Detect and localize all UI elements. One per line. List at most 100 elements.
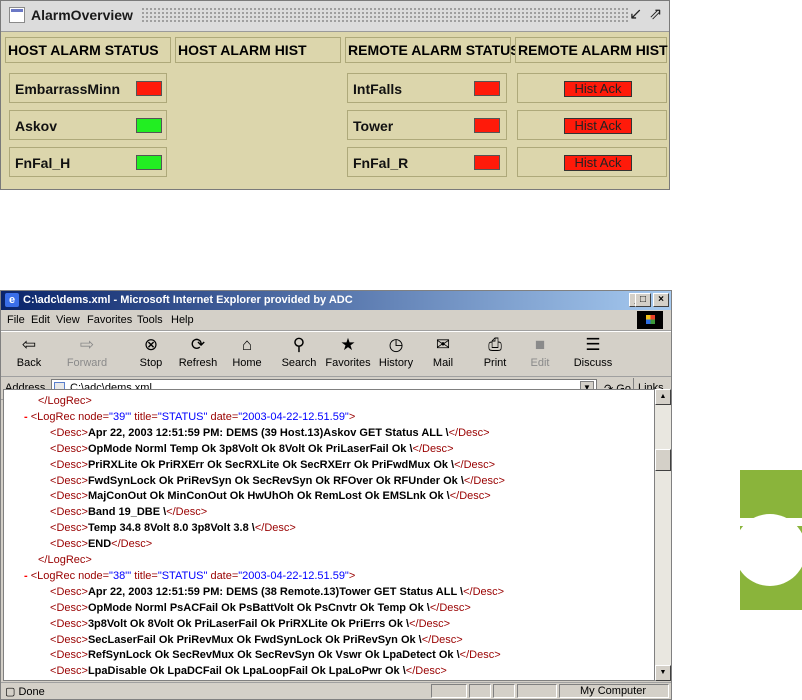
xml-line: - <LogRec node="39'" title="STATUS" date… [24,410,355,425]
ie-title-bar[interactable]: e C:\adc\dems.xml - Microsoft Internet E… [1,291,671,310]
edit-button[interactable]: ■ Edit [521,335,559,369]
remote-status-indicator[interactable] [474,155,500,170]
host-name: EmbarrassMinn [15,81,121,97]
favorites-button[interactable]: ★ Favorites [323,335,373,369]
remote-name: IntFalls [353,81,403,97]
xml-tag: LogRec [47,395,86,407]
xml-tag: Desc [56,601,82,614]
xml-line: <Desc>Temp 34.8 8Volt 8.0 3p8Volt 3.8 \<… [50,521,296,536]
scroll-up-icon[interactable]: ▲ [655,389,671,405]
xml-tag: Desc [56,617,82,630]
menu-edit[interactable]: Edit [31,314,50,326]
header-remote-alarm-status: REMOTE ALARM STATUS [345,37,520,63]
host-status-indicator[interactable] [136,155,162,170]
xml-text: MajConOut Ok MinConOut Ok HwUhOh Ok RemL… [87,490,450,503]
scroll-thumb[interactable] [655,449,671,471]
xml-tag: Desc [415,665,441,678]
home-button[interactable]: ⌂ Home [225,335,269,369]
xml-bracket: </ [254,522,265,535]
host-name: FnFal_H [15,155,71,171]
back-button[interactable]: ⇦ Back [9,335,49,369]
remote-alarm-row: IntFalls [347,73,507,103]
xml-line: <Desc>LpaDisable Ok LpaDCFail Ok LpaLoop… [50,664,447,679]
status-segment [517,684,557,698]
xml-bracket: </ [459,649,470,662]
header-remote-alarm-hist: REMOTE ALARM HIST [515,37,668,63]
menu-tools[interactable]: Tools [137,314,163,326]
mail-icon: ✉ [435,335,451,354]
xml-line: <Desc>Apr 22, 2003 12:51:59 PM: DEMS (38… [50,585,504,600]
xml-bracket: > [497,585,505,598]
remote-status-indicator[interactable] [474,118,500,133]
xml-text: Temp 34.8 8Volt 8.0 3p8Volt 3.8 \ [87,522,255,535]
menu-view[interactable]: View [56,314,80,326]
xml-line: <Desc>PriRXLite Ok PriRXErr Ok SecRXLite… [50,458,495,473]
xml-tag: Desc [56,522,82,535]
xml-bracket: > [85,554,92,566]
ie-logo-icon: e [5,293,19,307]
xml-content-pane[interactable]: </LogRec> - <LogRec node="39'" title="STA… [3,389,655,681]
xml-bracket: > [440,665,447,678]
brand-logo [740,470,802,610]
scroll-down-icon[interactable]: ▼ [655,665,671,681]
restore-button[interactable]: □ [635,293,651,307]
refresh-button[interactable]: ⟳ Refresh [175,335,221,369]
host-status-indicator[interactable] [136,118,162,133]
xml-attr-value: "39'" [109,410,132,423]
favorites-icon: ★ [340,335,356,354]
minimize-icon[interactable]: ↙ [629,6,642,24]
menu-file[interactable]: File [7,314,25,326]
collapse-toggle[interactable]: - [24,411,31,423]
xml-attr-name: node= [75,410,110,423]
host-name: Askov [15,118,58,134]
xml-text: FwdSynLock Ok PriRevSyn Ok SecRevSyn Ok … [87,474,464,487]
hist-ack-button[interactable]: Hist Ack [564,118,632,134]
home-icon: ⌂ [241,335,253,354]
collapse-toggle[interactable]: - [24,570,31,582]
xml-bracket: > [456,633,463,646]
host-status-indicator[interactable] [136,81,162,96]
xml-tag: Desc [469,649,495,662]
xml-bracket: > [145,538,153,551]
close-button[interactable]: × [653,293,669,307]
xml-text: OpMode Norml Temp Ok 3p8Volt Ok 8Volt Ok… [87,442,413,455]
hist-ack-button[interactable]: Hist Ack [564,155,632,171]
xml-tag: Desc [120,538,146,551]
forward-button[interactable]: ⇨ Forward [63,335,111,369]
xml-attr-name: node= [75,569,110,582]
remote-hist-cell: Hist Ack [517,73,667,103]
remote-status-indicator[interactable] [474,81,500,96]
menu-help[interactable]: Help [171,314,194,326]
toolbar-label: Refresh [178,357,218,369]
discuss-button[interactable]: ☰ Discuss [567,335,619,369]
status-segment [431,684,467,698]
mail-button[interactable]: ✉ Mail [421,335,465,369]
stop-button[interactable]: ⊗ Stop [131,335,171,369]
xml-attr-value: "38'" [109,569,132,582]
print-button[interactable]: ⎙ Print [475,335,515,369]
status-segment [469,684,491,698]
header-host-alarm-status: HOST ALARM STATUS [5,37,171,63]
xml-tag: Desc [56,442,82,455]
xml-bracket: > [348,410,356,423]
xml-tag: Desc [472,585,498,598]
xml-line: <Desc>OpMode Norml PsACFail Ok PsBattVol… [50,601,471,616]
xml-bracket: > [483,426,490,439]
xml-bracket: </ [166,506,176,519]
xml-line: </LogRec> [38,394,92,409]
xml-tag: Desc [56,649,82,662]
xml-tag: Desc [56,585,82,598]
toolbar-label: Mail [432,357,454,369]
xml-tag: Desc [463,458,489,471]
xml-attr-value: "2003-04-22-12.51.59" [238,569,349,582]
history-button[interactable]: ◷ History [373,335,419,369]
vertical-scrollbar[interactable]: ▲ ▼ [655,389,671,681]
search-button[interactable]: ⚲ Search [279,335,319,369]
logo-stripe [740,518,802,526]
hist-ack-button[interactable]: Hist Ack [564,81,632,97]
alarm-title-bar[interactable]: AlarmOverview ↙ ⇗ [1,1,669,32]
maximize-icon[interactable]: ⇗ [649,6,662,24]
xml-line: - <LogRec node="38'" title="STATUS" date… [24,569,355,584]
menu-favorites[interactable]: Favorites [87,314,132,326]
xml-text: Apr 22, 2003 12:51:59 PM: DEMS (39 Host.… [87,426,449,439]
